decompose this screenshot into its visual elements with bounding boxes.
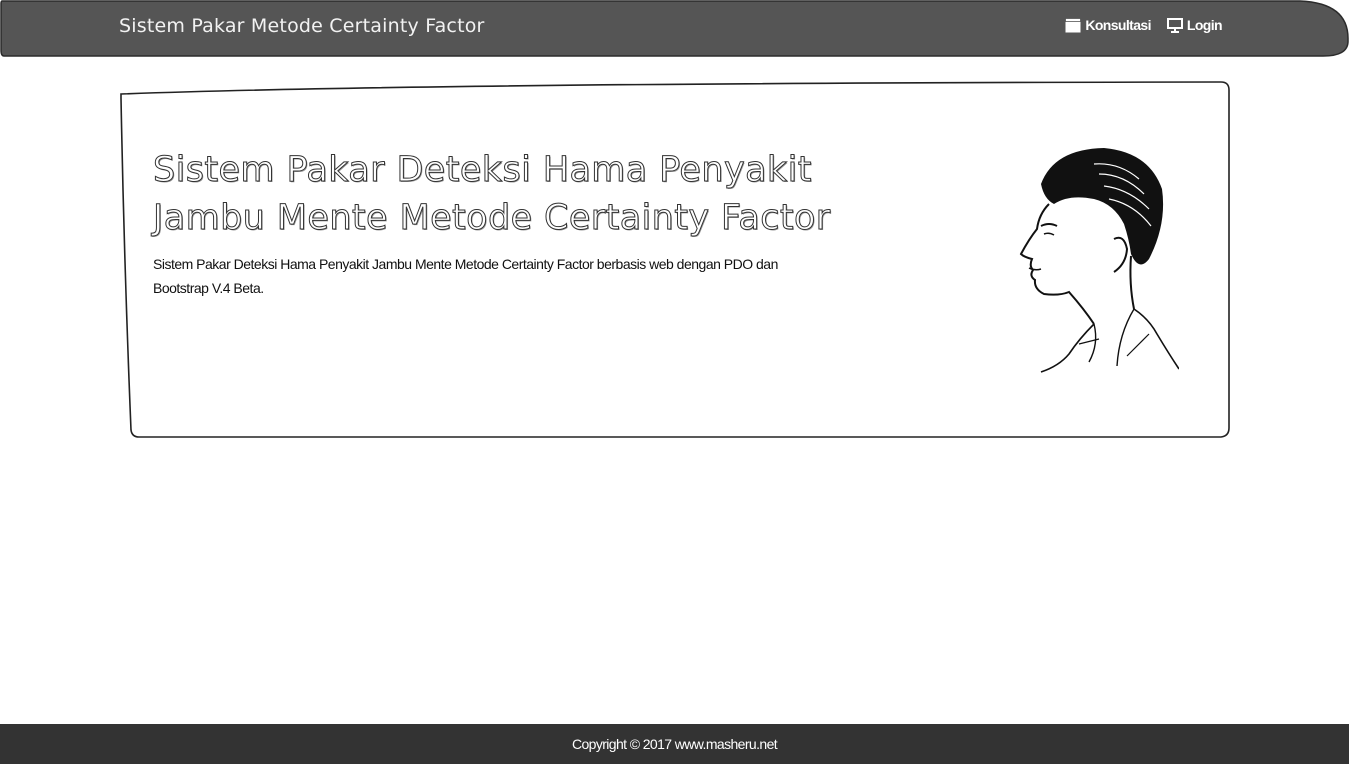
footer-copyright: Copyright © 2017 www.masheru.net	[571, 736, 778, 752]
nav-konsultasi[interactable]: Konsultasi	[1065, 17, 1151, 33]
nav-konsultasi-label: Konsultasi	[1085, 17, 1151, 33]
hero-title: Sistem Pakar Deteksi Hama Penyakit Jambu…	[153, 150, 831, 239]
navbar: Sistem Pakar Metode Certainty Factor Kon…	[0, 0, 1349, 57]
book-icon	[1065, 17, 1082, 32]
monitor-icon	[1166, 17, 1183, 33]
jumbotron: Sistem Pakar Deteksi Hama Penyakit Jambu…	[119, 80, 1230, 439]
nav-links: Konsultasi Login	[1065, 17, 1223, 33]
hero-description: Sistem Pakar Deteksi Hama Penyakit Jambu…	[153, 256, 778, 296]
nav-login[interactable]: Login	[1166, 17, 1223, 33]
brand-link[interactable]: Sistem Pakar Metode Certainty Factor	[119, 15, 485, 37]
nav-login-label: Login	[1186, 17, 1223, 33]
footer: Copyright © 2017 www.masheru.net	[0, 724, 1349, 764]
man-portrait-illustration	[1019, 148, 1179, 373]
